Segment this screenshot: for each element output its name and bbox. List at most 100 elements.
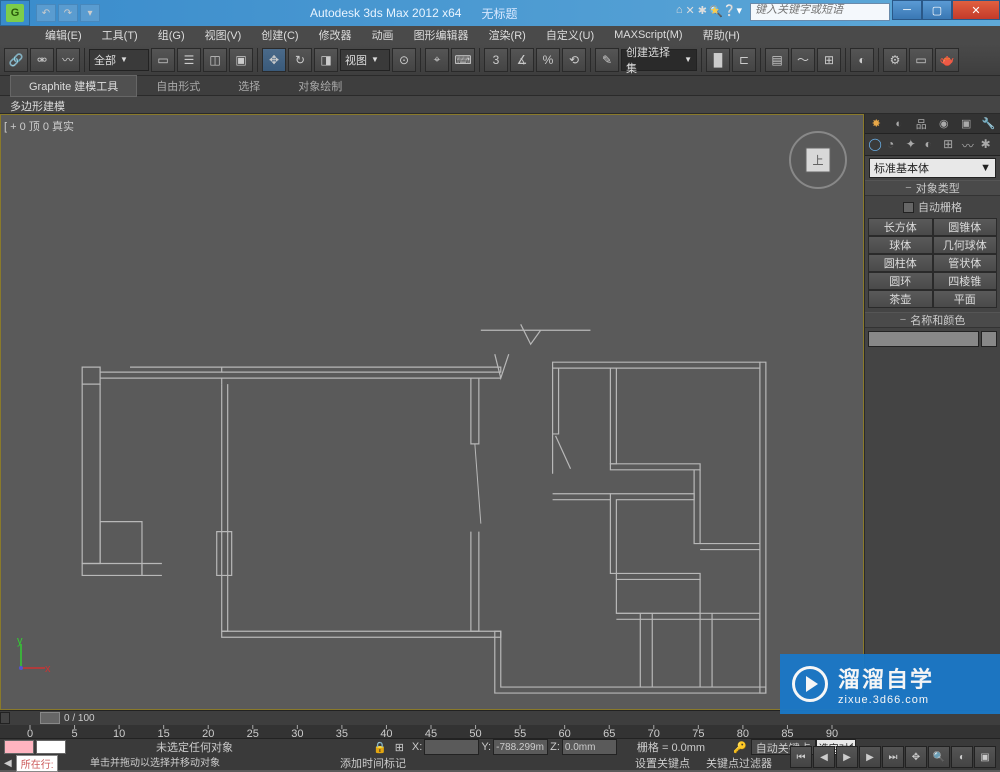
- favorite-icon[interactable]: ★: [710, 4, 720, 17]
- menu-animation[interactable]: 动画: [362, 25, 404, 45]
- comm-icon[interactable]: ✱: [698, 4, 707, 17]
- edit-named-sel-button[interactable]: ✎: [595, 48, 619, 72]
- hierarchy-tab[interactable]: 品: [913, 116, 929, 132]
- menu-tools[interactable]: 工具(T): [92, 25, 148, 45]
- cat-cameras-icon[interactable]: ◐: [924, 137, 940, 153]
- app-menu-button[interactable]: G: [0, 0, 30, 26]
- prim-teapot[interactable]: 茶壶: [868, 290, 933, 308]
- help-icon[interactable]: ❔▾: [723, 4, 742, 17]
- nav-max[interactable]: ▣: [974, 746, 996, 768]
- motion-tab[interactable]: ◉: [936, 116, 952, 132]
- key-filters-button[interactable]: 关键点过滤器: [706, 755, 772, 771]
- coord-y-input[interactable]: [493, 739, 548, 755]
- redo-button[interactable]: ↷: [58, 4, 78, 22]
- prim-pyramid[interactable]: 四棱锥: [933, 272, 998, 290]
- prim-geosphere[interactable]: 几何球体: [933, 236, 998, 254]
- unlink-button[interactable]: ⚮: [30, 48, 54, 72]
- time-ruler[interactable]: 051015202530354045505560657075808590: [0, 725, 1000, 739]
- exchange-icon[interactable]: ✕: [685, 4, 694, 17]
- layers-button[interactable]: ▤: [765, 48, 789, 72]
- maximize-button[interactable]: ▢: [922, 0, 952, 20]
- menu-views[interactable]: 视图(V): [195, 25, 252, 45]
- coord-x-input[interactable]: [424, 739, 479, 755]
- rollout-name-color[interactable]: −名称和颜色: [865, 312, 1000, 328]
- nav-fov[interactable]: ◐: [951, 746, 973, 768]
- viewcube[interactable]: 上: [788, 130, 848, 190]
- menu-customize[interactable]: 自定义(U): [536, 25, 604, 45]
- menu-rendering[interactable]: 渲染(R): [479, 25, 536, 45]
- align-button[interactable]: ⊏: [732, 48, 756, 72]
- nav-prev-frame[interactable]: ◀: [813, 746, 835, 768]
- iso-icon[interactable]: ⊞: [395, 741, 404, 754]
- selection-filter[interactable]: 全部▼: [89, 49, 149, 71]
- cat-lights-icon[interactable]: ✦: [906, 137, 922, 153]
- time-slider-thumb[interactable]: [40, 712, 60, 724]
- cat-spacewarps-icon[interactable]: 〰: [962, 137, 978, 153]
- menu-help[interactable]: 帮助(H): [693, 25, 750, 45]
- nav-next-frame[interactable]: ▶: [859, 746, 881, 768]
- schematic-view-button[interactable]: ⊞: [817, 48, 841, 72]
- subscription-icon[interactable]: ⌂: [676, 4, 683, 17]
- lock-icon[interactable]: 🔒: [373, 741, 387, 754]
- ribbon-tab-graphite[interactable]: Graphite 建模工具: [10, 75, 137, 97]
- cat-shapes-icon[interactable]: ◔: [887, 137, 903, 153]
- utilities-tab[interactable]: 🔧: [981, 116, 997, 132]
- curve-editor-button[interactable]: 〜: [791, 48, 815, 72]
- manipulate-button[interactable]: ⌖: [425, 48, 449, 72]
- add-time-tag[interactable]: 添加时间标记: [340, 755, 406, 771]
- help-search-input[interactable]: [755, 4, 885, 16]
- render-setup-button[interactable]: ⚙: [883, 48, 907, 72]
- nav-play[interactable]: ▶: [836, 746, 858, 768]
- cat-systems-icon[interactable]: ✱: [981, 137, 997, 153]
- close-button[interactable]: ✕: [952, 0, 1000, 20]
- coord-z-input[interactable]: [562, 739, 617, 755]
- material-swatch-2[interactable]: [36, 740, 66, 754]
- ribbon-tab-freeform[interactable]: 自由形式: [137, 75, 219, 97]
- menu-maxscript[interactable]: MAXScript(M): [604, 27, 692, 43]
- nav-prev-key[interactable]: ⏮: [790, 746, 812, 768]
- cat-geometry-icon[interactable]: ◯: [868, 137, 884, 153]
- primitive-category-dropdown[interactable]: 标准基本体▼: [869, 158, 996, 178]
- use-center-button[interactable]: ⊙: [392, 48, 416, 72]
- rotate-button[interactable]: ↻: [288, 48, 312, 72]
- prim-plane[interactable]: 平面: [933, 290, 998, 308]
- nav-zoom[interactable]: 🔍: [928, 746, 950, 768]
- create-tab[interactable]: ✸: [868, 116, 884, 132]
- modify-tab[interactable]: ◐: [891, 116, 907, 132]
- minimize-button[interactable]: ─: [892, 0, 922, 20]
- display-tab[interactable]: ▣: [958, 116, 974, 132]
- material-swatch-1[interactable]: [4, 740, 34, 754]
- move-button[interactable]: ✥: [262, 48, 286, 72]
- ribbon-tab-selection[interactable]: 选择: [219, 75, 279, 97]
- timeline[interactable]: 0 / 100 05101520253035404550556065707580…: [0, 710, 1000, 738]
- select-by-name-button[interactable]: ☰: [177, 48, 201, 72]
- undo-button[interactable]: ↶: [36, 4, 56, 22]
- key-icon[interactable]: 🔑: [733, 741, 747, 754]
- ref-coord-system[interactable]: 视图▼: [340, 49, 390, 71]
- autogrid-checkbox[interactable]: 自动栅格: [865, 196, 1000, 218]
- menu-create[interactable]: 创建(C): [251, 25, 308, 45]
- named-sel-sets[interactable]: 创建选择集▼: [621, 49, 697, 71]
- ribbon-panel-polymodel[interactable]: 多边形建模: [0, 96, 1000, 114]
- link-button[interactable]: 🔗: [4, 48, 28, 72]
- menu-group[interactable]: 组(G): [148, 25, 195, 45]
- nav-pan[interactable]: ✥: [905, 746, 927, 768]
- material-editor-button[interactable]: ◐: [850, 48, 874, 72]
- object-color-swatch[interactable]: [981, 331, 997, 347]
- prim-tube[interactable]: 管状体: [933, 254, 998, 272]
- menu-edit[interactable]: 编辑(E): [35, 25, 92, 45]
- percent-snap-button[interactable]: %: [536, 48, 560, 72]
- bind-spacewarp-button[interactable]: 〰: [56, 48, 80, 72]
- render-button[interactable]: 🫖: [935, 48, 959, 72]
- menu-modifiers[interactable]: 修改器: [309, 25, 362, 45]
- spinner-snap-button[interactable]: ⟲: [562, 48, 586, 72]
- angle-snap-button[interactable]: ∡: [510, 48, 534, 72]
- prim-cylinder[interactable]: 圆柱体: [868, 254, 933, 272]
- window-crossing-button[interactable]: ▣: [229, 48, 253, 72]
- prim-torus[interactable]: 圆环: [868, 272, 933, 290]
- time-prev-button[interactable]: [0, 712, 10, 724]
- menu-grapheditors[interactable]: 图形编辑器: [404, 25, 479, 45]
- snap-toggle-button[interactable]: 3: [484, 48, 508, 72]
- scale-button[interactable]: ◨: [314, 48, 338, 72]
- nav-next-key[interactable]: ⏭: [882, 746, 904, 768]
